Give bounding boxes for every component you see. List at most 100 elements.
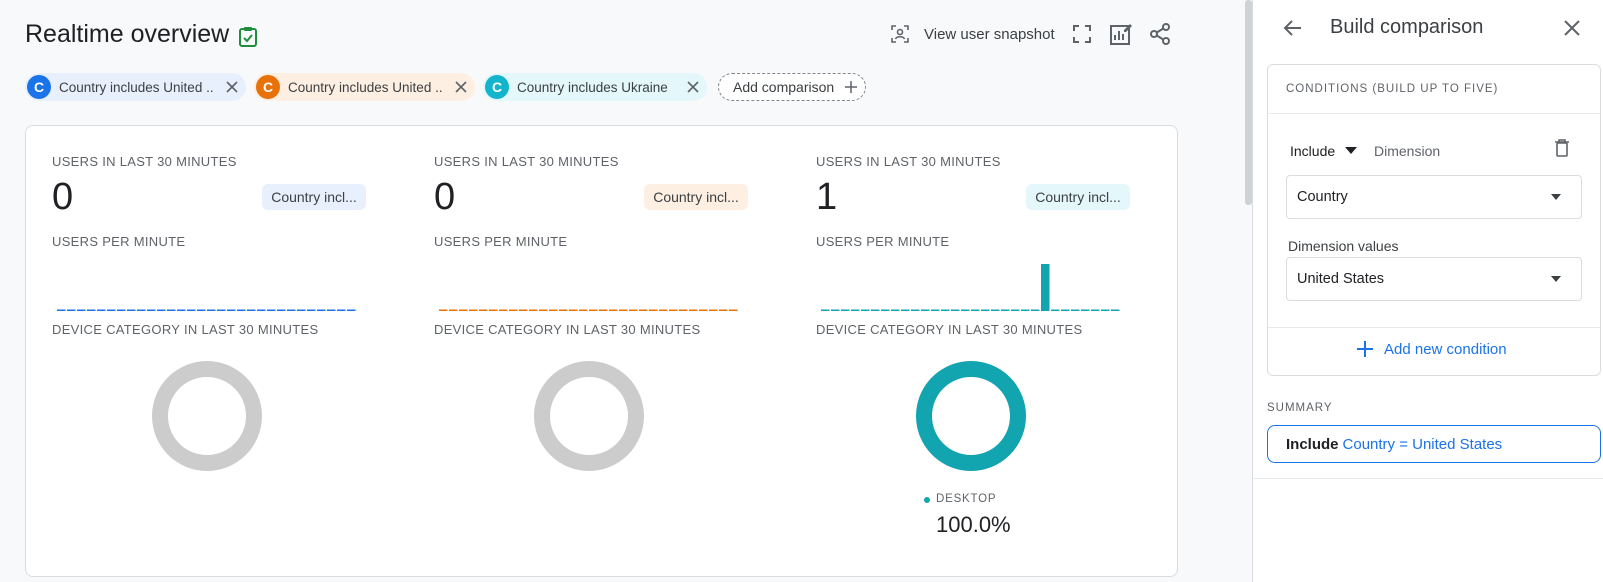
fullscreen-icon (1073, 25, 1091, 43)
per-minute-bar (1081, 309, 1090, 311)
users-last-30-label: USERS IN LAST 30 MINUTES (434, 154, 619, 169)
per-minute-bar (489, 309, 498, 311)
per-minute-bar (337, 309, 346, 311)
per-minute-bar (519, 309, 528, 311)
edit-chart-icon (1110, 24, 1132, 45)
per-minute-bar (679, 309, 688, 311)
per-minute-bar (307, 309, 316, 311)
per-minute-bar (247, 309, 256, 311)
user-snapshot-icon (891, 25, 909, 43)
comparison-label: Country includes United ... (59, 79, 214, 95)
per-minute-bar (719, 309, 728, 311)
comparison-chip[interactable]: C Country includes Ukraine (483, 73, 707, 101)
per-minute-bar (57, 309, 66, 311)
per-minute-bar (157, 309, 166, 311)
per-minute-bar (267, 309, 276, 311)
per-minute-bar (227, 309, 236, 311)
users-per-minute-chart (57, 309, 356, 311)
per-minute-bar (107, 309, 116, 311)
per-minute-bar (669, 309, 678, 311)
device-category-label: DEVICE CATEGORY IN LAST 30 MINUTES (52, 322, 319, 337)
desktop-legend-dot (924, 497, 930, 503)
per-minute-bar (599, 309, 608, 311)
desktop-legend-value: 100.0% (936, 512, 1011, 537)
caret-down-icon (1345, 147, 1358, 154)
per-minute-bar (87, 309, 96, 311)
divider (1253, 478, 1603, 479)
users-per-minute-label: USERS PER MINUTE (434, 234, 568, 249)
device-donut-chart (152, 361, 262, 471)
panel-title: Build comparison (1330, 16, 1484, 38)
per-minute-bar (569, 309, 578, 311)
users-count: 1 (816, 176, 838, 218)
per-minute-bar (127, 309, 136, 311)
per-minute-bar (1041, 264, 1050, 311)
per-minute-bar (539, 309, 548, 311)
per-minute-bar (479, 309, 488, 311)
per-minute-bar (449, 309, 458, 311)
dimension-values-select[interactable]: United States (1286, 257, 1582, 301)
per-minute-bar (689, 309, 698, 311)
per-minute-bar (609, 309, 618, 311)
dimension-select[interactable]: Country (1286, 175, 1582, 219)
add-comparison-button[interactable]: Add comparison (718, 73, 866, 101)
comparison-chip[interactable]: C Country includes United ... (25, 73, 246, 101)
close-icon[interactable] (1563, 19, 1581, 37)
per-minute-bar (629, 309, 638, 311)
per-minute-bar (981, 309, 990, 311)
dimension-select-value: Country (1297, 189, 1348, 205)
per-minute-bar (941, 309, 950, 311)
comparison-column: USERS IN LAST 30 MINUTES 0 Country incl.… (434, 126, 794, 566)
verified-report-icon[interactable] (238, 26, 258, 48)
back-arrow-icon[interactable] (1283, 18, 1303, 38)
per-minute-bar (1011, 309, 1020, 311)
include-dropdown[interactable]: Include (1290, 143, 1358, 159)
per-minute-bar (1051, 309, 1060, 311)
device-donut-chart (534, 361, 644, 471)
comparison-column: USERS IN LAST 30 MINUTES 1 Country incl.… (816, 126, 1176, 566)
per-minute-bar (911, 309, 920, 311)
build-comparison-panel: Build comparison CONDITIONS (BUILD UP TO… (1252, 0, 1603, 582)
comparison-column: USERS IN LAST 30 MINUTES 0 Country incl.… (52, 126, 412, 566)
customize-report-button[interactable] (1105, 18, 1137, 50)
per-minute-bar (649, 309, 658, 311)
comparison-chip[interactable]: C Country includes United ... (254, 73, 475, 101)
per-minute-bar (891, 309, 900, 311)
per-minute-bar (699, 309, 708, 311)
remove-comparison-icon[interactable] (685, 79, 701, 95)
summary-title: SUMMARY (1267, 402, 1333, 414)
per-minute-bar (237, 309, 246, 311)
device-category-label: DEVICE CATEGORY IN LAST 30 MINUTES (816, 322, 1083, 337)
per-minute-bar (579, 309, 588, 311)
per-minute-bar (851, 309, 860, 311)
per-minute-bar (187, 309, 196, 311)
per-minute-bar (881, 309, 890, 311)
per-minute-bar (639, 309, 648, 311)
per-minute-bar (619, 309, 628, 311)
per-minute-bar (901, 309, 910, 311)
plus-icon (845, 81, 858, 93)
per-minute-bar (821, 309, 830, 311)
users-last-30-label: USERS IN LAST 30 MINUTES (816, 154, 1001, 169)
dimension-values-label: Dimension values (1288, 238, 1399, 254)
per-minute-bar (1091, 309, 1100, 311)
per-minute-bar (327, 309, 336, 311)
per-minute-bar (257, 309, 266, 311)
add-new-condition-button[interactable]: Add new condition (1356, 340, 1507, 358)
comparison-label: Country includes Ukraine (517, 79, 668, 95)
scrollbar-thumb[interactable] (1245, 0, 1252, 205)
share-button[interactable] (1144, 18, 1176, 50)
users-per-minute-chart (821, 264, 1120, 311)
comparison-badge: C (27, 75, 51, 99)
remove-comparison-icon[interactable] (224, 79, 240, 95)
users-count: 0 (52, 176, 74, 218)
fullscreen-button[interactable] (1066, 18, 1098, 50)
per-minute-bar (317, 309, 326, 311)
per-minute-bar (287, 309, 296, 311)
delete-icon[interactable] (1554, 139, 1570, 157)
remove-comparison-icon[interactable] (453, 79, 469, 95)
device-category-label: DEVICE CATEGORY IN LAST 30 MINUTES (434, 322, 701, 337)
add-new-condition-label: Add new condition (1384, 340, 1507, 358)
include-label: Include (1290, 143, 1336, 159)
per-minute-bar (921, 309, 930, 311)
